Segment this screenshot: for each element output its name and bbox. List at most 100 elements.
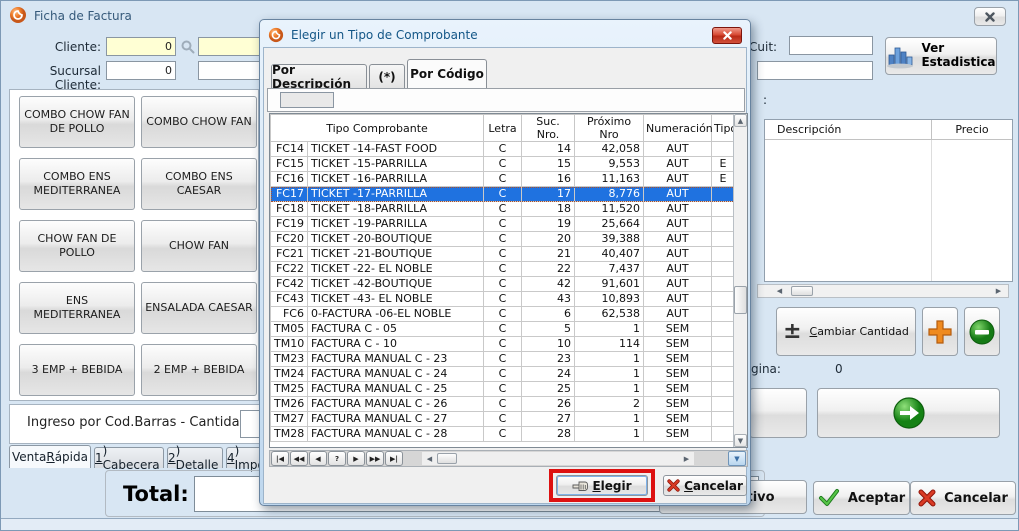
table-row[interactable]: TM05FACTURA C - 05C51SEM <box>271 322 735 337</box>
navigator-button[interactable]: ◀◀ <box>290 451 308 466</box>
table-row[interactable]: TM26FACTURA MANUAL C - 26C262SEM <box>271 397 735 412</box>
product-button[interactable]: 3 EMP + BEBIDA <box>19 344 135 396</box>
cancelar-label: Cancelar <box>944 491 1008 506</box>
tab-por-codigo[interactable]: Por Código <box>407 59 487 88</box>
table-row[interactable]: FC17TICKET -17-PARRILLAC178,776AUT <box>271 187 735 202</box>
header-tipo-comprobante: Tipo Comprobante <box>271 115 484 142</box>
table-row[interactable]: TM28FACTURA MANUAL C - 28C281SEM <box>271 427 735 442</box>
table-row[interactable]: TM10FACTURA C - 10C10114SEM <box>271 337 735 352</box>
navigator-button[interactable]: |◀ <box>271 451 289 466</box>
detalle-hscrollbar[interactable]: ◀ ▶ <box>757 284 1009 298</box>
elegir-button[interactable]: Elegir <box>556 475 648 496</box>
navigator-button[interactable]: ▶▶ <box>366 451 384 466</box>
check-icon <box>818 488 840 508</box>
table-row[interactable]: FC15TICKET -15-PARRILLAC159,553AUTE <box>271 157 735 172</box>
tab-por-descripcion[interactable]: Por Descripción <box>271 64 367 88</box>
dialog-cancelar-label: Cancelar <box>684 479 743 493</box>
cuit-label: Cuit: <box>749 40 777 54</box>
product-button[interactable]: COMBO ENS CAESAR <box>141 158 257 210</box>
scroll-thumb[interactable] <box>791 286 813 296</box>
table-row[interactable]: TM23FACTURA MANUAL C - 23C231SEM <box>271 352 735 367</box>
table-row[interactable]: TM24FACTURA MANUAL C - 24C241SEM <box>271 367 735 382</box>
grid-hscrollbar[interactable]: ◀ ▶ <box>422 452 694 465</box>
scroll-up-icon[interactable]: ▲ <box>734 114 747 127</box>
grid-corner-dropdown-icon[interactable]: ▼ <box>728 451 746 466</box>
header-proximo-nro: Próximo Nro <box>575 115 644 142</box>
next-page-button[interactable] <box>817 388 1000 438</box>
codigo-search-input[interactable] <box>280 92 334 108</box>
scroll-left-icon[interactable]: ◀ <box>423 452 436 465</box>
table-row[interactable]: FC60-FACTURA -06-EL NOBLEC662,538AUT <box>271 307 735 322</box>
cambiar-cantidad-button[interactable]: ± Cambiar Cantidad <box>776 307 916 356</box>
cuit-secondary-input[interactable] <box>757 61 873 80</box>
red-x-icon <box>918 489 936 507</box>
aceptar-button[interactable]: Aceptar <box>813 481 910 515</box>
sucursal-input[interactable] <box>106 61 176 80</box>
cliente-input[interactable] <box>106 37 176 56</box>
ver-estadistica-line1: Ver <box>921 42 995 56</box>
dialog-cancelar-button[interactable]: Cancelar <box>663 475 747 496</box>
partial-button[interactable] <box>749 388 807 438</box>
ver-estadistica-button[interactable]: Ver Estadistica <box>885 37 997 75</box>
grid-vscrollbar[interactable]: ▲ ▼ <box>733 114 747 447</box>
navigator-button[interactable]: ▶| <box>385 451 403 466</box>
table-row[interactable]: FC43TICKET -43- EL NOBLEC4310,893AUT <box>271 292 735 307</box>
barcode-label: Ingreso por Cod.Barras - Cantidad: <box>27 415 252 430</box>
dialog-titlebar[interactable]: Elegir un Tipo de Comprobante <box>263 23 747 47</box>
table-row[interactable]: TM25FACTURA MANUAL C - 25C251SEM <box>271 382 735 397</box>
tab-asterisco[interactable]: (*) <box>369 64 405 88</box>
product-button[interactable]: CHOW FAN <box>141 220 257 272</box>
hscroll-thumb[interactable] <box>437 453 457 464</box>
table-row[interactable]: FC19TICKET -19-PARRILLAC1925,664AUT <box>271 217 735 232</box>
table-row[interactable]: TM27FACTURA MANUAL C - 27C271SEM <box>271 412 735 427</box>
detalle-table: Descripción Precio <box>764 119 1013 282</box>
comprobante-table-body: FC14TICKET -14-FAST FOODC1442,058AUTFC15… <box>271 142 735 442</box>
comprobante-grid: Tipo Comprobante Letra Suc. Nro. Próximo… <box>269 113 748 448</box>
plus-icon <box>926 318 954 346</box>
scroll-down-icon[interactable]: ▼ <box>734 434 747 447</box>
table-row[interactable]: FC14TICKET -14-FAST FOODC1442,058AUT <box>271 142 735 157</box>
tab-cabecera[interactable]: 1) Cabecera <box>94 447 164 468</box>
ver-estadistica-line2: Estadistica <box>921 56 995 70</box>
table-header-row: Tipo Comprobante Letra Suc. Nro. Próximo… <box>271 115 735 142</box>
navigator-button[interactable]: ▶ <box>347 451 365 466</box>
sucursal-label: Sucursal Cliente: <box>1 64 101 92</box>
product-button[interactable]: 2 EMP + BEBIDA <box>141 344 257 396</box>
col-precio: Precio <box>932 120 1012 139</box>
navigator-button[interactable]: ? <box>328 451 346 466</box>
table-row[interactable]: FC20TICKET -20-BOUTIQUEC2039,388AUT <box>271 232 735 247</box>
product-button[interactable]: ENS MEDITERRANEA <box>19 282 135 334</box>
cuit-input[interactable] <box>789 36 873 55</box>
tab-venta-rapida[interactable]: Venta Rápida <box>9 445 91 468</box>
window-close-button[interactable] <box>974 7 1006 26</box>
search-icon[interactable] <box>180 39 196 55</box>
product-button[interactable]: COMBO ENS MEDITERRANEA <box>19 158 135 210</box>
table-row[interactable]: FC21TICKET -21-BOUTIQUEC2140,407AUT <box>271 247 735 262</box>
tab-detalle[interactable]: 2) Detalle <box>167 447 223 468</box>
header-numeracion: Numeración <box>644 115 712 142</box>
comprobante-table: Tipo Comprobante Letra Suc. Nro. Próximo… <box>270 114 735 442</box>
cancelar-button[interactable]: Cancelar <box>910 481 1016 515</box>
navigator-button[interactable]: ◀ <box>309 451 327 466</box>
scroll-left-icon[interactable]: ◀ <box>773 286 786 296</box>
product-button[interactable]: COMBO CHOW FAN <box>141 96 257 148</box>
add-quantity-button[interactable] <box>922 307 958 356</box>
dialog-close-button[interactable] <box>712 27 742 44</box>
product-button[interactable]: ENSALADA CAESAR <box>141 282 257 334</box>
vscroll-thumb[interactable] <box>734 286 747 314</box>
grid-navigator: |◀◀◀◀?▶▶▶▶| <box>271 451 404 466</box>
table-row[interactable]: FC18TICKET -18-PARRILLAC1811,520AUT <box>271 202 735 217</box>
table-row[interactable]: FC16TICKET -16-PARRILLAC1611,163AUTE <box>271 172 735 187</box>
tab-page <box>267 88 745 112</box>
scroll-right-icon[interactable]: ▶ <box>680 452 693 465</box>
remove-quantity-button[interactable] <box>964 307 1000 356</box>
table-row[interactable]: FC42TICKET -42-BOUTIQUEC4291,601AUT <box>271 277 735 292</box>
product-button[interactable]: COMBO CHOW FAN DE POLLO <box>19 96 135 148</box>
table-row[interactable]: FC22TICKET -22- EL NOBLEC227,437AUT <box>271 262 735 277</box>
plus-minus-icon: ± <box>783 321 801 343</box>
comprobante-dialog: Elegir un Tipo de Comprobante Por Descri… <box>259 19 751 506</box>
cliente-label: Cliente: <box>1 40 101 54</box>
main-window: Ficha de Factura Cliente: Sucursal Clien… <box>0 0 1019 531</box>
scroll-right-icon[interactable]: ▶ <box>992 286 1005 296</box>
product-button[interactable]: CHOW FAN DE POLLO <box>19 220 135 272</box>
